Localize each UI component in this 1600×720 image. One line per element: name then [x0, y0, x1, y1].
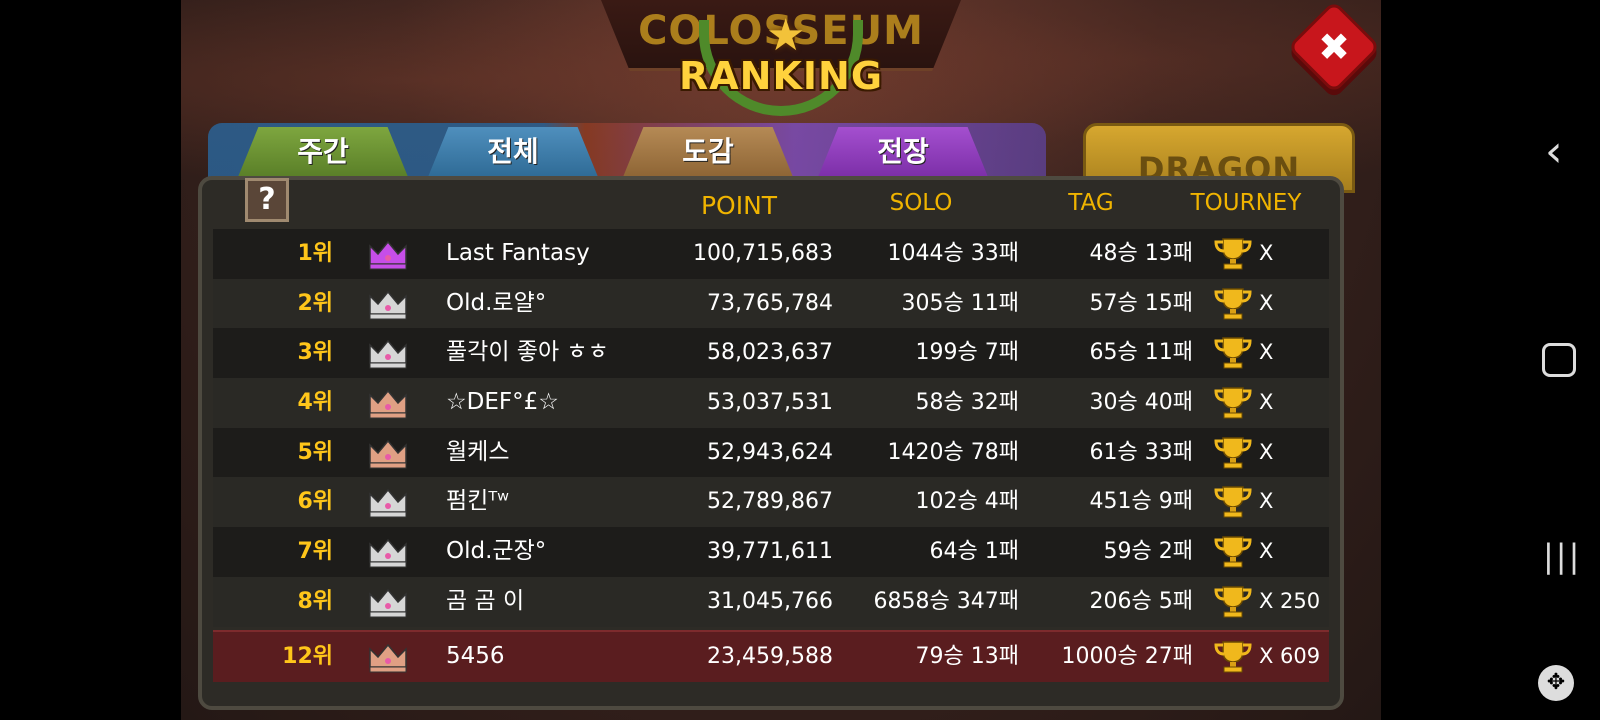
star-icon: ★ — [766, 10, 806, 61]
crown-icon — [367, 536, 409, 568]
ranking-row[interactable]: 5위월케스52,943,6241420승 78패61승 33패X 2000 — [213, 427, 1329, 513]
ranking-row[interactable]: 2위Old.로얄°73,765,784305승 11패57승 15패X 3009 — [213, 278, 1329, 364]
trophy-icon — [1213, 287, 1253, 321]
ranking-row[interactable]: 8위 곰 곰 이 31,045,766 6858승 347패 206승 5패 X 250 — [213, 576, 1329, 627]
trophy-icon — [1213, 640, 1253, 674]
tag-record: 451승 9패 — [1089, 489, 1193, 515]
column-header-solo: SOLO — [889, 190, 953, 216]
ranking-row[interactable]: 7위Old.군장°39,771,61164승 1패59승 2패X 1634 — [213, 527, 1329, 613]
rank-label: 12위 — [282, 643, 333, 669]
point-value: 73,765,784 — [707, 290, 833, 316]
rank-label: 8위 — [297, 588, 333, 614]
tag-record: 59승 2패 — [1103, 539, 1193, 565]
trophy-icon — [1213, 237, 1253, 271]
tag-record: 30승 40패 — [1089, 390, 1193, 416]
tag-record: 61승 33패 — [1089, 439, 1193, 465]
game-screen: COLOSSEUM ★ RANKING ✖ 주간 전체 도감 전장 DRAGON… — [181, 0, 1381, 720]
rank-label: 3위 — [297, 340, 333, 366]
crown-icon — [367, 437, 409, 469]
trophy-icon — [1213, 485, 1253, 519]
rank-label: 7위 — [297, 539, 333, 565]
point-value: 39,771,611 — [707, 539, 833, 565]
my-rank-row[interactable]: 12위 5456 23,459,588 79승 13패 1000승 27패 X 609 — [213, 629, 1329, 682]
tag-record: 57승 15패 — [1089, 290, 1193, 316]
ranking-row[interactable]: 6위펌킨ᵀʷ52,789,867102승 4패451승 9패X 2034 — [213, 477, 1329, 563]
point-value: 23,459,588 — [707, 643, 833, 669]
ranking-row[interactable]: 4위☆DEF°£☆53,037,53158승 32패30승 40패X 2150 — [213, 378, 1329, 464]
tab-book[interactable]: 도감 — [623, 127, 793, 177]
crown-icon — [367, 238, 409, 270]
back-icon[interactable]: ‹ — [1545, 130, 1563, 174]
rank-label: 1위 — [297, 241, 333, 266]
solo-record: 1044승 33패 — [887, 241, 1019, 266]
solo-record: 58승 32패 — [915, 390, 1019, 416]
rank-label: 2위 — [297, 290, 333, 316]
point-value: 58,023,637 — [707, 340, 833, 366]
trophy-icon — [1213, 386, 1253, 420]
crown-icon — [367, 337, 409, 369]
trophy-icon — [1213, 535, 1253, 569]
point-value: 31,045,766 — [707, 588, 833, 614]
tag-record: 1000승 27패 — [1061, 643, 1193, 669]
trophy-icon — [1213, 436, 1253, 470]
solo-record: 102승 4패 — [915, 489, 1019, 515]
home-icon[interactable] — [1542, 343, 1576, 377]
crown-icon — [367, 641, 409, 673]
tourney-count: X 609 — [1259, 643, 1321, 668]
crown-icon — [367, 486, 409, 518]
solo-record: 79승 13패 — [915, 643, 1019, 669]
point-value: 52,789,867 — [707, 489, 833, 515]
crown-icon — [367, 586, 409, 618]
help-button[interactable]: ? — [245, 178, 289, 222]
ranking-row[interactable]: 3위풀각이 좋아 ㅎㅎ58,023,637199승 7패65승 11패X 235… — [213, 328, 1329, 414]
solo-record: 1420승 78패 — [887, 439, 1019, 465]
crown-icon — [367, 288, 409, 320]
solo-record: 6858승 347패 — [873, 588, 1019, 614]
solo-record: 199승 7패 — [915, 340, 1019, 366]
point-value: 100,715,683 — [693, 241, 833, 266]
column-header-tag: TAG — [1068, 190, 1114, 216]
ranking-title: RANKING — [678, 54, 884, 98]
column-header-point: POINT — [700, 191, 778, 220]
tab-battlefield[interactable]: 전장 — [818, 127, 988, 177]
rank-label: 6위 — [297, 489, 333, 515]
column-header-tourney: TOURNEY — [1190, 190, 1302, 216]
tab-weekly[interactable]: 주간 — [238, 127, 408, 177]
close-icon: ✖ — [1318, 25, 1350, 69]
solo-record: 305승 11패 — [901, 290, 1019, 316]
game-tools-icon[interactable]: ✥ — [1538, 665, 1574, 701]
tag-record: 206승 5패 — [1089, 588, 1193, 614]
tag-record: 65승 11패 — [1089, 340, 1193, 366]
crown-icon — [367, 387, 409, 419]
trophy-icon — [1213, 585, 1253, 619]
ranking-row[interactable]: 1위 Last Fantasy 100,715,683 1044승 33패 48승 13… — [213, 229, 1329, 315]
point-value: 52,943,624 — [707, 439, 833, 465]
point-value: 53,037,531 — [707, 390, 833, 416]
tab-all[interactable]: 전체 — [428, 127, 598, 177]
ranking-emblem: COLOSSEUM ★ RANKING — [601, 0, 961, 120]
rank-label: 4위 — [297, 390, 333, 416]
tourney-count: X 250 — [1259, 588, 1321, 613]
recent-apps-icon[interactable]: ||| — [1543, 537, 1581, 575]
trophy-icon — [1213, 336, 1253, 370]
close-button[interactable]: ✖ — [1287, 0, 1381, 94]
rank-label: 5위 — [297, 439, 333, 465]
ranking-list: 1위 Last Fantasy 100,715,683 1044승 33패 48승 13… — [213, 229, 1329, 682]
tag-record: 48승 13패 — [1089, 241, 1193, 266]
solo-record: 64승 1패 — [929, 539, 1019, 565]
